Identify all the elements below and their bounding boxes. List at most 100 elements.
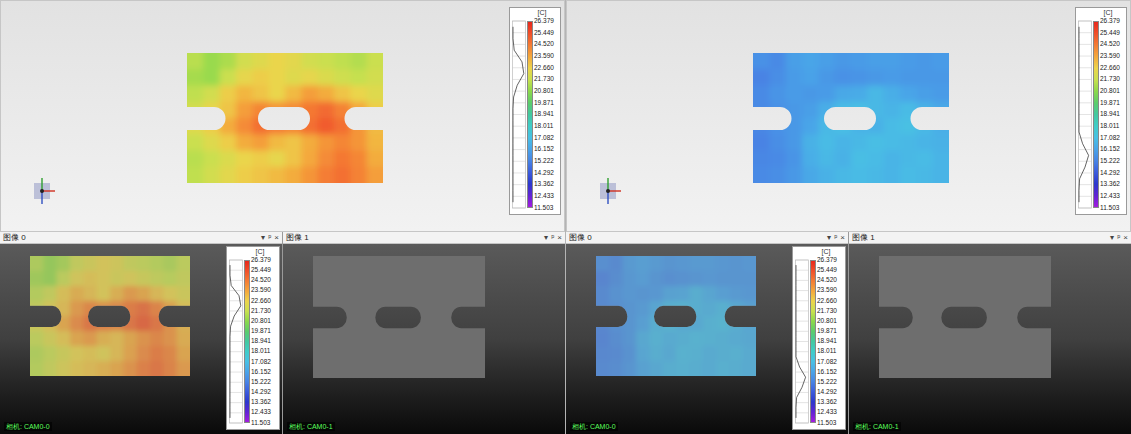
panel-header: 图像 0 ▾ᵖ×: [566, 232, 848, 244]
panel-title: 图像 0: [3, 232, 26, 243]
camera-label: 相机: CAM0-1: [287, 422, 335, 431]
3d-viewport[interactable]: [C]26.379 25.449 24.520 23.590 22.660 21.730 2…: [566, 0, 1131, 232]
legend-unit: [C]: [1076, 8, 1126, 18]
legend-tick: 24.520: [1100, 41, 1120, 48]
specimen-plate: [879, 256, 1051, 378]
legend-tick: 18.011: [817, 348, 837, 355]
legend-tick: 13.362: [534, 181, 554, 188]
legend-tick: 22.660: [1100, 65, 1120, 72]
legend-tick: 20.801: [251, 318, 271, 325]
panel-control-button[interactable]: ▾: [1110, 232, 1114, 243]
panel-control-button[interactable]: ▾: [827, 232, 831, 243]
legend-tick: 22.660: [817, 298, 837, 305]
panel-control-button[interactable]: ×: [557, 232, 562, 243]
legend-tick: 11.503: [1100, 205, 1120, 212]
camera-image: 相机: CAM0-0: [0, 244, 226, 434]
legend-tick: 15.222: [534, 158, 554, 165]
legend-tick: 17.082: [534, 135, 554, 142]
axis-triad-icon[interactable]: [594, 177, 622, 205]
legend-tick: 23.590: [534, 53, 554, 60]
panel-control-button[interactable]: ▾: [544, 232, 548, 243]
legend-unit: [C]: [793, 247, 845, 257]
legend-tick: 23.590: [251, 287, 271, 294]
axis-triad-icon[interactable]: [28, 177, 56, 205]
legend-tick: 14.292: [817, 389, 837, 396]
color-bar: [527, 21, 533, 208]
legend-tick: 16.152: [251, 369, 271, 376]
image-panel: 图像 0▾ᵖ×相机: CAM0-0[C]26.37925.44924.52023…: [566, 232, 848, 434]
panel-header: 图像 1 ▾ᵖ×: [849, 232, 1131, 244]
panel-control-button[interactable]: ×: [840, 232, 845, 243]
legend-tick: 18.011: [251, 348, 271, 355]
legend-tick: 18.941: [1100, 111, 1120, 118]
color-bar: [244, 260, 250, 423]
panel-control-button[interactable]: ᵖ: [834, 232, 837, 243]
legend-tick: 24.520: [534, 41, 554, 48]
legend-tick: 26.379: [1100, 18, 1120, 25]
legend-tick: 23.590: [817, 287, 837, 294]
camera-image: 相机: CAM0-0: [566, 244, 792, 434]
legend-tick: 12.433: [817, 409, 837, 416]
camera-label: 相机: CAM0-0: [570, 422, 618, 431]
legend-tick: 12.433: [534, 193, 554, 200]
panel-control-button[interactable]: ×: [1123, 232, 1128, 243]
legend-tick: 21.730: [251, 308, 271, 315]
panel-title: 图像 1: [286, 232, 309, 243]
legend-tick: 15.222: [1100, 158, 1120, 165]
panel-control-button[interactable]: ᵖ: [1117, 232, 1120, 243]
legend-tick: 22.660: [534, 65, 554, 72]
legend-tick: 20.801: [1100, 88, 1120, 95]
color-legend: [C]26.37925.44924.52023.59022.66021.7302…: [792, 246, 846, 430]
panel-control-button[interactable]: ᵖ: [268, 232, 271, 243]
histogram-chart: [229, 257, 243, 426]
legend-tick: 24.520: [251, 277, 271, 284]
legend-tick: 15.222: [251, 379, 271, 386]
legend-tick: 17.082: [1100, 135, 1120, 142]
legend-tick: 19.871: [251, 328, 271, 335]
legend-tick: 18.011: [1100, 123, 1120, 130]
temperature-field: [30, 256, 190, 376]
3d-viewport[interactable]: [C]26.37925.44924.52023.59022.66021.7302…: [0, 0, 565, 232]
histogram-chart: [1078, 18, 1092, 211]
analysis-view: [C]26.37925.44924.52023.59022.66021.7302…: [0, 0, 565, 434]
legend-tick: 23.590: [1100, 53, 1120, 60]
histogram-chart: [795, 257, 809, 426]
panel-control-button[interactable]: ▾: [261, 232, 265, 243]
panel-header: 图像 1 ▾ᵖ×: [283, 232, 565, 244]
legend-tick: 25.449: [817, 267, 837, 274]
camera-image: 相机: CAM0-1: [283, 244, 565, 434]
panel-title: 图像 0: [569, 232, 592, 243]
analysis-view: [C]26.37925.44924.52023.59022.66021.7302…: [566, 0, 1131, 434]
legend-tick: 21.730: [1100, 76, 1120, 83]
legend-tick: 13.362: [1100, 181, 1120, 188]
legend-tick: 11.503: [817, 420, 837, 427]
panel-header: 图像 0 ▾ᵖ×: [0, 232, 282, 244]
legend-tick: 15.222: [817, 379, 837, 386]
specimen-plate: [313, 256, 485, 378]
legend-tick: 22.660: [251, 298, 271, 305]
color-bar: [810, 260, 816, 423]
panel-control-button[interactable]: ×: [274, 232, 279, 243]
legend-tick: 20.801: [817, 318, 837, 325]
legend-tick: 18.941: [251, 338, 271, 345]
histogram-chart: [512, 18, 526, 211]
panel-control-button[interactable]: ᵖ: [551, 232, 554, 243]
legend-tick: 24.520: [817, 277, 837, 284]
color-legend: [C]26.379 25.449 24.520 23.590 22.660 21.730 2…: [1075, 7, 1127, 215]
legend-tick: 13.362: [251, 399, 271, 406]
camera-label: 相机: CAM0-0: [4, 422, 52, 431]
legend-tick: 25.449: [1100, 30, 1120, 37]
legend-tick: 19.871: [534, 100, 554, 107]
panel-title: 图像 1: [852, 232, 875, 243]
legend-tick: 21.730: [534, 76, 554, 83]
camera-label: 相机: CAM0-1: [853, 422, 901, 431]
legend-tick: 19.871: [817, 328, 837, 335]
legend-tick: 14.292: [1100, 170, 1120, 177]
legend-unit: [C]: [227, 247, 279, 257]
legend-tick: 17.082: [817, 359, 837, 366]
color-bar: [1093, 21, 1099, 208]
legend-tick: 25.449: [251, 267, 271, 274]
legend-tick: 17.082: [251, 359, 271, 366]
legend-tick: 25.449: [534, 30, 554, 37]
legend-tick: 19.871: [1100, 100, 1120, 107]
